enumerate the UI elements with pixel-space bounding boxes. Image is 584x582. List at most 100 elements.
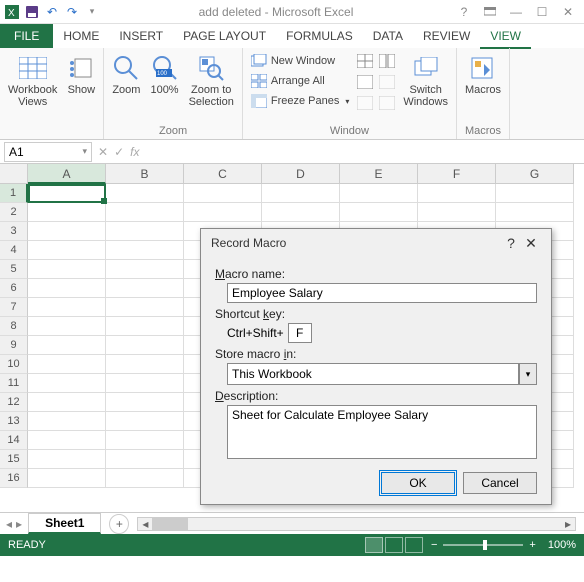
ribbon-options-icon[interactable] [478,4,502,20]
tab-home[interactable]: HOME [53,24,109,48]
cell[interactable] [28,450,106,469]
row-header[interactable]: 3 [0,222,28,241]
sheet-nav-next-icon[interactable]: ▸ [16,517,22,531]
cell[interactable] [28,317,106,336]
cell[interactable] [496,203,574,222]
split-icon[interactable] [357,54,373,71]
dialog-close-icon[interactable]: ✕ [521,235,541,252]
page-break-view-icon[interactable] [405,537,423,553]
col-header[interactable]: D [262,164,340,184]
name-box[interactable]: A1▾ [4,142,92,162]
row-header[interactable]: 11 [0,374,28,393]
row-header[interactable]: 13 [0,412,28,431]
tab-formulas[interactable]: FORMULAS [276,24,363,48]
sheet-nav-prev-icon[interactable]: ◂ [6,517,12,531]
macros-button[interactable]: Macros [463,52,503,98]
unhide-icon[interactable] [357,96,373,113]
scroll-right-icon[interactable]: ▸ [561,517,575,531]
cell[interactable] [28,241,106,260]
horizontal-scrollbar[interactable]: ◂ ▸ [137,517,576,531]
row-header[interactable]: 15 [0,450,28,469]
tab-insert[interactable]: INSERT [109,24,173,48]
cell[interactable] [28,298,106,317]
row-header[interactable]: 8 [0,317,28,336]
switch-windows-button[interactable]: Switch Windows [401,52,450,110]
scroll-left-icon[interactable]: ◂ [138,517,152,531]
row-header[interactable]: 6 [0,279,28,298]
cell[interactable] [106,374,184,393]
redo-icon[interactable]: ↷ [64,4,80,20]
scroll-thumb[interactable] [152,518,188,530]
cell[interactable] [28,412,106,431]
row-header[interactable]: 7 [0,298,28,317]
cell[interactable] [106,260,184,279]
col-header[interactable]: C [184,164,262,184]
zoom-slider[interactable] [443,544,523,546]
col-header[interactable]: G [496,164,574,184]
cell[interactable] [106,412,184,431]
cell[interactable] [106,393,184,412]
tab-review[interactable]: REVIEW [413,24,480,48]
tab-page-layout[interactable]: PAGE LAYOUT [173,24,276,48]
cell[interactable] [262,203,340,222]
zoom-in-icon[interactable]: + [529,539,535,551]
cell[interactable] [28,355,106,374]
qat-dropdown-icon[interactable]: ▾ [84,4,100,20]
side-by-side-icon[interactable] [379,54,395,71]
row-header[interactable]: 1 [0,184,28,203]
cell[interactable] [106,298,184,317]
tab-view[interactable]: VIEW [480,24,531,49]
cell[interactable] [106,241,184,260]
row-header[interactable]: 4 [0,241,28,260]
shortcut-key-input[interactable] [288,323,312,343]
ok-button[interactable]: OK [381,472,455,494]
cell[interactable] [184,184,262,203]
close-icon[interactable]: ✕ [556,4,580,20]
help-icon[interactable]: ? [452,4,476,20]
cell[interactable] [28,260,106,279]
new-window-button[interactable]: New Window [249,52,352,70]
tab-data[interactable]: DATA [363,24,413,48]
zoom-button[interactable]: Zoom [110,52,142,98]
cell[interactable] [106,355,184,374]
zoom-100-button[interactable]: 100 100% [148,52,180,98]
row-header[interactable]: 16 [0,469,28,488]
chevron-down-icon[interactable]: ▾ [519,363,537,385]
cell[interactable] [28,393,106,412]
workbook-views-button[interactable]: Workbook Views [6,52,59,110]
cell[interactable] [106,203,184,222]
row-header[interactable]: 5 [0,260,28,279]
cell[interactable] [106,184,184,203]
reset-pos-icon[interactable] [379,96,395,113]
cell[interactable] [106,336,184,355]
description-input[interactable] [227,405,537,459]
fx-icon[interactable]: fx [130,145,139,159]
row-header[interactable]: 10 [0,355,28,374]
store-macro-select[interactable]: This Workbook ▾ [227,363,537,385]
zoom-level[interactable]: 100% [548,539,576,551]
page-layout-view-icon[interactable] [385,537,403,553]
row-header[interactable]: 14 [0,431,28,450]
maximize-icon[interactable]: ☐ [530,4,554,20]
cell[interactable] [28,431,106,450]
hide-icon[interactable] [357,75,373,92]
save-icon[interactable] [24,4,40,20]
normal-view-icon[interactable] [365,537,383,553]
freeze-panes-button[interactable]: Freeze Panes▾ [249,92,352,110]
formula-input[interactable] [145,142,584,162]
row-header[interactable]: 12 [0,393,28,412]
cell[interactable] [28,203,106,222]
col-header[interactable]: E [340,164,418,184]
sheet-tab[interactable]: Sheet1 [28,513,101,534]
cell[interactable] [28,374,106,393]
cell[interactable] [106,279,184,298]
cancel-formula-icon[interactable]: ✕ [98,145,108,159]
minimize-icon[interactable]: — [504,4,528,20]
cancel-button[interactable]: Cancel [463,472,537,494]
cell[interactable] [418,203,496,222]
cell[interactable] [262,184,340,203]
cell[interactable] [28,469,106,488]
zoom-selection-button[interactable]: Zoom to Selection [187,52,236,110]
add-sheet-button[interactable]: + [109,514,129,534]
enter-formula-icon[interactable]: ✓ [114,145,124,159]
